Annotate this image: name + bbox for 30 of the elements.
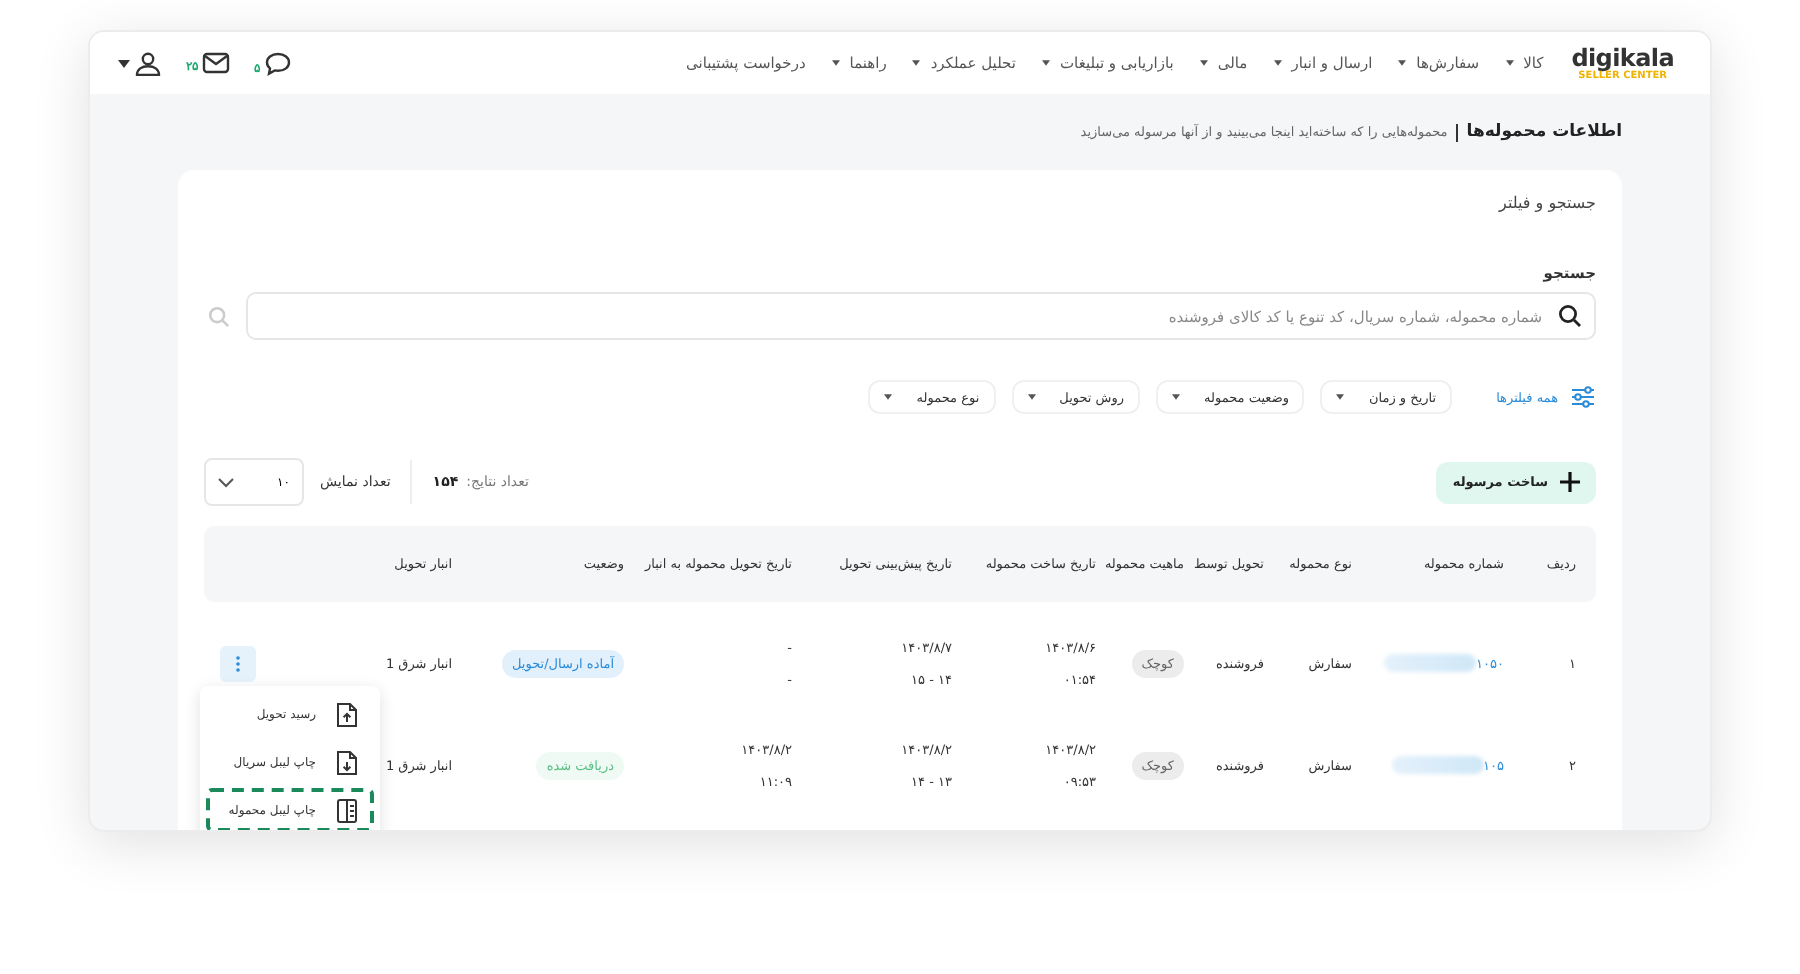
caret-icon — [884, 394, 893, 400]
redaction-blur — [1384, 654, 1477, 672]
sliders-icon — [1570, 386, 1596, 408]
chat-bubble-icon — [264, 51, 292, 75]
caret-icon — [1199, 60, 1208, 66]
user-icon — [134, 51, 162, 75]
redaction-blur — [1391, 756, 1484, 774]
document-upload-icon — [336, 701, 358, 727]
caret-icon — [1398, 60, 1407, 66]
caret-icon — [1027, 394, 1036, 400]
more-options-button[interactable] — [220, 645, 256, 681]
envelope-icon — [202, 52, 230, 74]
caret-icon — [1505, 60, 1514, 66]
account-button[interactable] — [118, 51, 162, 75]
document-download-icon — [336, 749, 358, 775]
caret-icon — [1172, 394, 1181, 400]
plus-icon — [1560, 472, 1580, 492]
caret-icon — [831, 60, 840, 66]
logo-wordmark[interactable]: digikala — [1571, 45, 1674, 69]
chevron-down-icon — [218, 477, 234, 487]
caret-icon — [1273, 60, 1282, 66]
section-title: جستجو و فیلتر — [1496, 194, 1596, 212]
caret-icon — [118, 59, 130, 67]
label-sheet-icon — [336, 797, 358, 823]
caret-icon — [912, 60, 921, 66]
caret-icon — [1041, 60, 1050, 66]
search-icon — [1558, 304, 1582, 328]
search-icon[interactable] — [208, 305, 230, 327]
page-title: اطلاعات محموله‌ها — [1466, 122, 1622, 142]
caret-icon — [1336, 394, 1345, 400]
